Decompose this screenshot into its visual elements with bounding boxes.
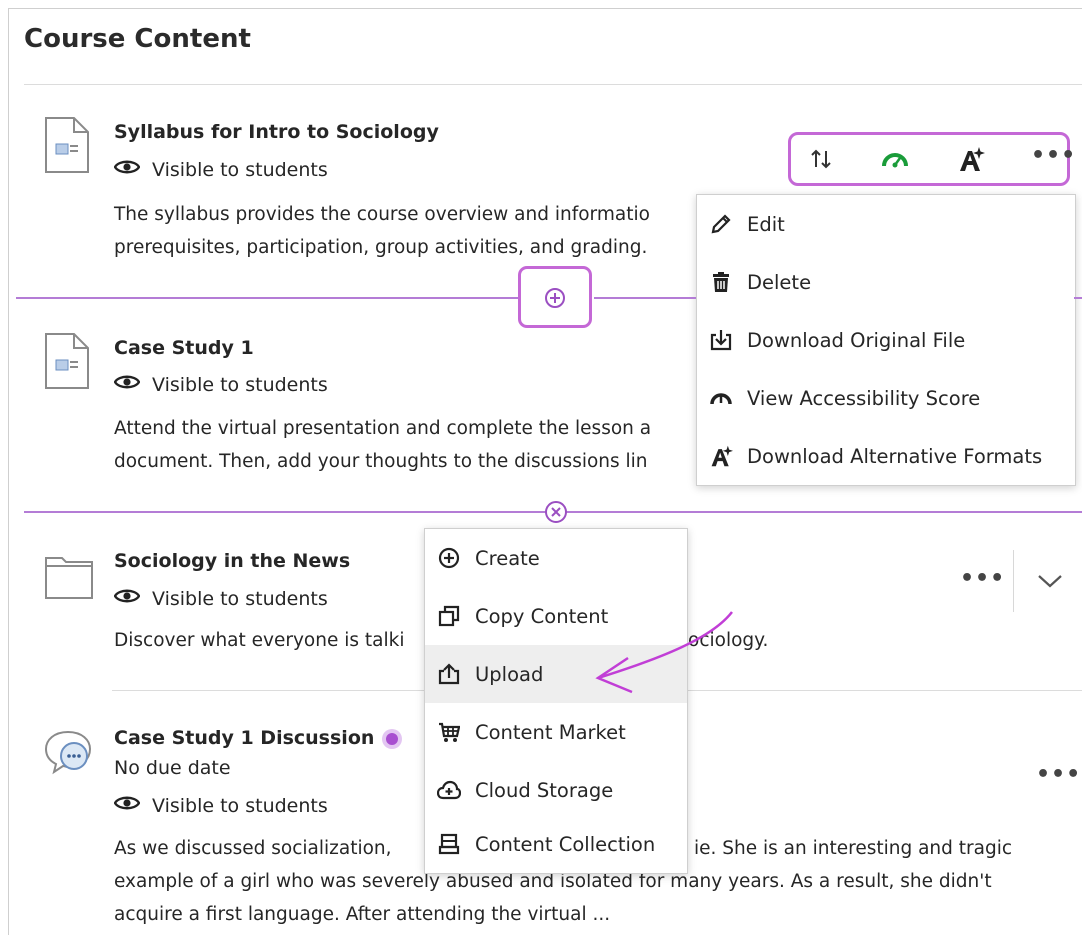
more-options-icon[interactable]: ••• (1031, 143, 1076, 168)
insert-divider (594, 297, 696, 299)
alternative-formats-icon (709, 444, 733, 468)
annotation-arrow (592, 608, 742, 702)
document-icon (44, 116, 90, 178)
add-content-button[interactable] (518, 266, 592, 328)
menu-item-cloud-storage[interactable]: Cloud Storage (425, 761, 687, 819)
visibility-label: Visible to students (152, 587, 328, 610)
discussion-icon (44, 728, 94, 780)
menu-item-label: Upload (475, 662, 544, 686)
item-description-line: ie. She is an interesting and tragic (694, 838, 1013, 859)
item-description-line: Attend the virtual presentation and comp… (114, 418, 652, 439)
visibility-label: Visible to students (152, 794, 328, 817)
menu-item-label: Cloud Storage (475, 778, 614, 802)
menu-item-content-collection[interactable]: Content Collection (425, 815, 687, 873)
item-description-line: The syllabus provides the course overvie… (114, 204, 650, 225)
divider (1013, 550, 1014, 612)
menu-item-download-original[interactable]: Download Original File (697, 311, 1075, 369)
item-description-line: acquire a first language. After attendin… (114, 904, 611, 925)
visibility-label: Visible to students (152, 158, 328, 181)
menu-item-delete[interactable]: Delete (697, 253, 1075, 311)
due-date: No due date (114, 757, 231, 779)
visibility-status[interactable]: Visible to students (113, 587, 328, 610)
menu-item-label: Download Alternative Formats (747, 444, 1043, 468)
item-description-line: prerequisites, participation, group acti… (114, 237, 648, 258)
menu-item-label: Delete (747, 270, 812, 294)
cart-icon (437, 720, 461, 744)
menu-item-label: Create (475, 546, 540, 570)
document-icon (44, 332, 90, 394)
menu-item-label: Copy Content (475, 604, 609, 628)
plus-circle-icon (437, 546, 461, 570)
download-icon (709, 328, 733, 352)
title-divider (24, 84, 1082, 85)
item-toolbar: ••• (788, 132, 1075, 186)
visibility-label: Visible to students (152, 373, 328, 396)
insert-divider (1074, 297, 1082, 299)
more-options-icon[interactable]: ••• (960, 566, 1005, 591)
page-title: Course Content (24, 24, 251, 54)
menu-item-alternative-formats[interactable]: Download Alternative Formats (697, 427, 1075, 485)
visibility-status[interactable]: Visible to students (113, 158, 328, 181)
menu-item-label: Edit (747, 212, 785, 236)
folder-icon (44, 552, 94, 604)
copy-icon (437, 604, 461, 628)
reorder-icon[interactable] (809, 147, 833, 175)
eye-icon (113, 158, 141, 181)
item-title[interactable]: Case Study 1 Discussion (114, 727, 374, 749)
visibility-status[interactable]: Visible to students (113, 794, 328, 817)
eye-icon (113, 373, 141, 396)
item-title[interactable]: Sociology in the News (114, 550, 350, 572)
chevron-down-icon[interactable] (1036, 572, 1064, 594)
insert-divider (16, 297, 518, 299)
close-icon[interactable] (544, 500, 568, 528)
menu-item-label: Content Collection (475, 832, 656, 856)
visibility-status[interactable]: Visible to students (113, 373, 328, 396)
item-description-line: document. Then, add your thoughts to the… (114, 451, 648, 472)
status-dot-icon (380, 727, 404, 755)
plus-circle-icon (544, 287, 566, 313)
menu-item-label: Download Original File (747, 328, 966, 352)
upload-icon (437, 662, 461, 686)
menu-item-edit[interactable]: Edit (697, 195, 1075, 253)
collection-icon (437, 832, 461, 856)
menu-item-label: View Accessibility Score (747, 386, 981, 410)
item-description-line: As we discussed socialization, (114, 838, 392, 859)
menu-item-create[interactable]: Create (425, 529, 687, 587)
item-title[interactable]: Case Study 1 (114, 337, 254, 359)
trash-icon (709, 270, 733, 294)
item-description-line: Discover what everyone is talki (114, 630, 405, 651)
menu-item-content-market[interactable]: Content Market (425, 703, 687, 761)
item-options-menu: Edit Delete Download Original File View … (696, 194, 1076, 486)
item-title[interactable]: Syllabus for Intro to Sociology (114, 121, 439, 143)
eye-icon (113, 794, 141, 817)
more-options-icon[interactable]: ••• (1036, 762, 1081, 787)
gauge-icon (709, 386, 733, 410)
menu-item-accessibility-score[interactable]: View Accessibility Score (697, 369, 1075, 427)
menu-item-label: Content Market (475, 720, 626, 744)
pencil-icon (709, 212, 733, 236)
accessibility-gauge-icon[interactable] (881, 149, 909, 173)
cloud-icon (437, 778, 461, 802)
eye-icon (113, 587, 141, 610)
alternative-formats-icon[interactable] (957, 145, 985, 177)
